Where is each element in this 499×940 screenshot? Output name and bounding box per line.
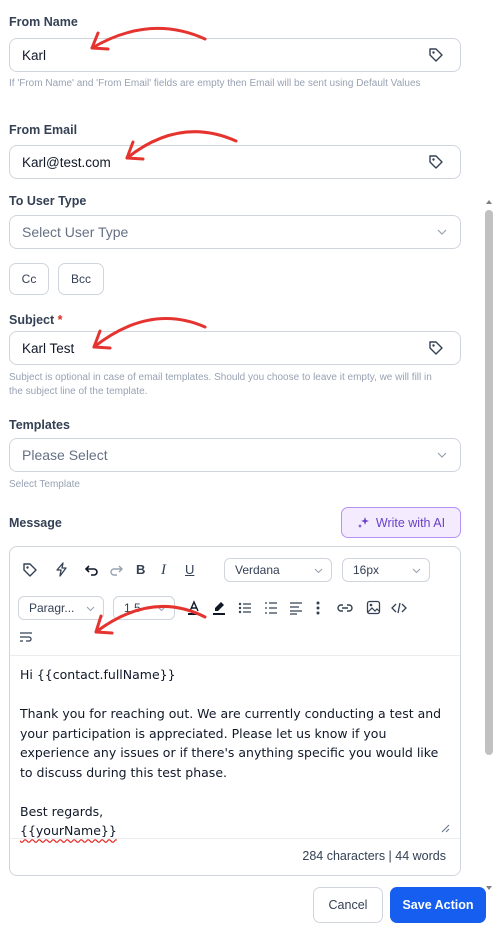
subject-label-text: Subject bbox=[9, 313, 55, 327]
numbered-list-icon[interactable] bbox=[264, 601, 278, 615]
chevron-down-icon bbox=[157, 606, 166, 612]
write-with-ai-button[interactable]: Write with AI bbox=[341, 507, 461, 538]
chevron-down-icon bbox=[437, 452, 447, 458]
text-color-icon[interactable] bbox=[186, 600, 202, 616]
bcc-button[interactable]: Bcc bbox=[58, 263, 104, 295]
paragraph-select[interactable]: Paragr... bbox=[18, 596, 104, 620]
from-name-value: Karl bbox=[22, 48, 47, 63]
font-size-select[interactable]: 16px bbox=[342, 558, 430, 582]
tag-icon[interactable] bbox=[428, 47, 444, 63]
write-with-ai-label: Write with AI bbox=[375, 515, 446, 530]
lightning-icon[interactable] bbox=[54, 562, 69, 577]
message-editor[interactable]: B I U Verdana 16px Paragr... 1.5 Hi {{co… bbox=[9, 546, 461, 876]
message-line: experience any issues or if there's anyt… bbox=[20, 745, 439, 760]
italic-icon[interactable]: I bbox=[161, 562, 166, 579]
scrollbar-thumb[interactable] bbox=[485, 210, 493, 755]
highlight-icon[interactable] bbox=[211, 600, 227, 616]
line-height-select[interactable]: 1.5 bbox=[113, 596, 175, 620]
message-body[interactable]: Hi {{contact.fullName}} Thank you for re… bbox=[20, 665, 452, 841]
resize-handle-icon[interactable] bbox=[441, 824, 450, 833]
message-label: Message bbox=[9, 516, 62, 530]
templates-help: Select Template bbox=[9, 479, 80, 490]
save-action-button[interactable]: Save Action bbox=[390, 887, 486, 923]
align-icon[interactable] bbox=[289, 601, 303, 615]
subject-label: Subject * bbox=[9, 313, 63, 327]
font-family-select[interactable]: Verdana bbox=[224, 558, 332, 582]
font-size-value: 16px bbox=[353, 563, 380, 577]
from-name-help: If 'From Name' and 'From Email' fields a… bbox=[9, 78, 421, 89]
message-line: your participation is appreciated. Pleas… bbox=[20, 725, 387, 741]
paragraph-value: Paragr... bbox=[29, 601, 75, 615]
undo-icon[interactable] bbox=[85, 563, 99, 577]
from-email-value: Karl@test.com bbox=[22, 155, 111, 170]
from-email-label: From Email bbox=[9, 123, 78, 137]
cc-button[interactable]: Cc bbox=[9, 263, 49, 295]
character-word-counter: 284 characters | 44 words bbox=[302, 849, 446, 863]
bold-icon[interactable]: B bbox=[136, 562, 145, 577]
tag-icon[interactable] bbox=[22, 562, 38, 578]
from-name-input[interactable]: Karl bbox=[9, 38, 461, 72]
subject-value: Karl Test bbox=[22, 341, 75, 356]
from-name-label: From Name bbox=[9, 15, 78, 29]
chevron-down-icon bbox=[314, 568, 323, 574]
message-line: Best regards, bbox=[20, 803, 104, 819]
chevron-down-icon bbox=[437, 229, 447, 235]
message-line bbox=[20, 685, 452, 705]
cancel-button[interactable]: Cancel bbox=[313, 887, 383, 923]
bullet-list-icon[interactable] bbox=[238, 601, 252, 615]
subject-help: Subject is optional in case of email tem… bbox=[9, 372, 432, 397]
scroll-up-arrow-icon[interactable] bbox=[484, 198, 494, 206]
underline-icon[interactable]: U bbox=[185, 562, 194, 577]
link-icon[interactable] bbox=[337, 601, 353, 615]
chevron-down-icon bbox=[412, 568, 421, 574]
from-email-input[interactable]: Karl@test.com bbox=[9, 145, 461, 179]
message-line: to discuss during this test phase. bbox=[20, 764, 227, 780]
user-type-select[interactable]: Select User Type bbox=[9, 215, 461, 249]
editor-toolbar: B I U Verdana 16px Paragr... 1.5 bbox=[10, 547, 460, 656]
templates-label: Templates bbox=[9, 418, 70, 432]
font-family-value: Verdana bbox=[235, 563, 280, 577]
required-mark: * bbox=[57, 313, 63, 327]
chevron-down-icon bbox=[86, 606, 95, 612]
tag-icon[interactable] bbox=[428, 340, 444, 356]
templates-placeholder: Please Select bbox=[22, 447, 108, 463]
image-icon[interactable] bbox=[366, 600, 381, 615]
message-line: Thank you for reaching out. We are curre… bbox=[20, 706, 442, 721]
subject-input[interactable]: Karl Test bbox=[9, 331, 461, 365]
line-height-value: 1.5 bbox=[124, 601, 141, 615]
user-type-placeholder: Select User Type bbox=[22, 224, 129, 240]
to-user-type-label: To User Type bbox=[9, 194, 87, 208]
more-options-icon[interactable] bbox=[315, 600, 321, 616]
message-line bbox=[20, 782, 452, 802]
text-wrap-icon[interactable] bbox=[19, 631, 33, 643]
redo-icon[interactable] bbox=[109, 563, 123, 577]
message-line: Hi {{contact.fullName}} bbox=[20, 667, 176, 682]
sparkle-icon bbox=[357, 517, 369, 528]
editor-footer: 284 characters | 44 words bbox=[10, 838, 460, 875]
templates-select[interactable]: Please Select bbox=[9, 438, 461, 472]
tag-icon[interactable] bbox=[428, 154, 444, 170]
code-icon[interactable] bbox=[391, 601, 407, 615]
